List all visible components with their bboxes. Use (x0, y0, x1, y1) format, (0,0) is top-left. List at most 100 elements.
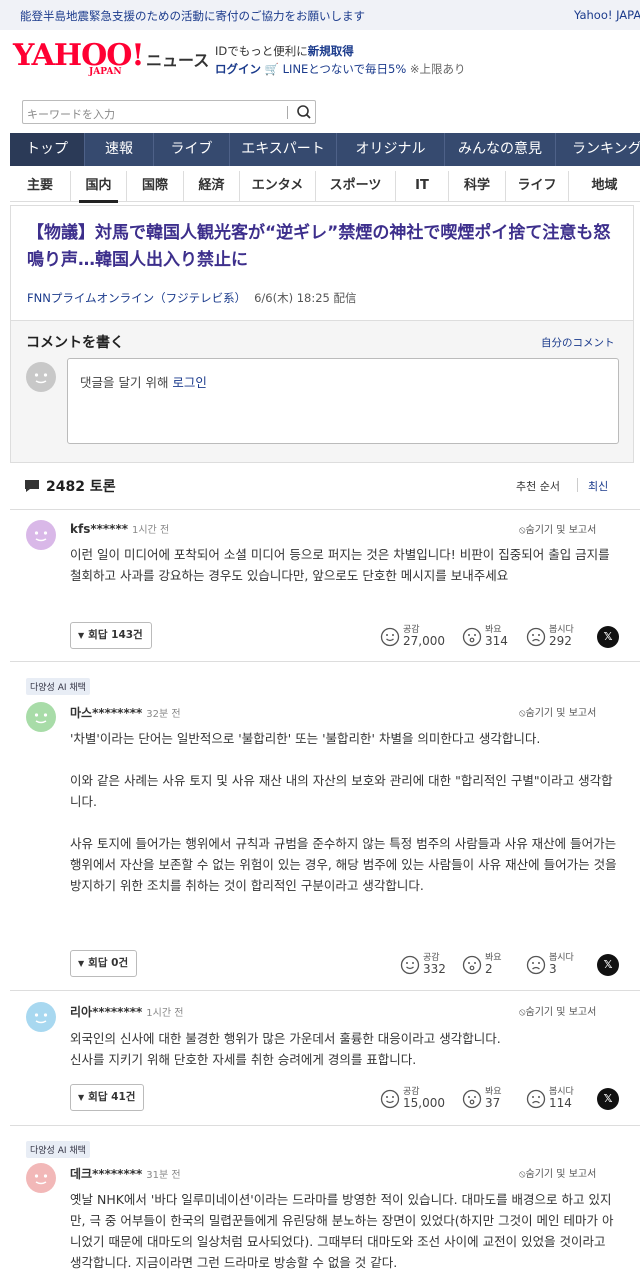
nav-tab-opinions[interactable]: みんなの意見 (445, 133, 556, 166)
category-economy[interactable]: 経済 (184, 170, 240, 201)
ugh-reaction[interactable]: 봅시다 3 (526, 950, 606, 980)
comment-body: '차별'이라는 단어는 일반적으로 '불합리한' 또는 '불합리한' 차별을 의… (70, 731, 617, 893)
sad-icon (526, 1089, 546, 1109)
commenter-name[interactable]: 리아******** 1시간 전 (70, 1003, 183, 1020)
ai-pick-badge: 다양성 AI 채택 (26, 678, 90, 695)
nav-tab-breaking[interactable]: 速報 (85, 133, 154, 166)
smile-icon (380, 627, 400, 647)
category-domestic[interactable]: 国内 (71, 170, 127, 203)
donation-notice-link[interactable]: 能登半島地震緊急支援のための活動に寄付のご協力をお願いします (20, 8, 365, 24)
sort-latest[interactable]: 최신 (588, 478, 608, 494)
commenter-avatar (26, 520, 56, 550)
article-meta: FNNプライムオンライン（フジテレビ系） 6/6(木) 18:25 配信 (27, 290, 357, 306)
commenter-name[interactable]: kfs****** 1시간 전 (70, 521, 169, 536)
category-entertainment[interactable]: エンタメ (240, 170, 316, 201)
logo-subtext: JAPAN (89, 67, 122, 77)
hide-report-label: 숨기기 및 보고서 (525, 525, 597, 536)
yahoo-logo[interactable]: YAHOO! JAPAN (13, 38, 145, 80)
agree-count: 332 (423, 962, 446, 976)
comment-item: 리아******** 1시간 전 ⦸숨기기 및 보고서 외국인의 신사에 대한 불… (10, 990, 640, 1125)
ugh-reaction[interactable]: 봅시다 292 (526, 622, 606, 652)
search-input[interactable]: キーワードを入力 (27, 106, 115, 122)
face-avatar-icon (26, 1163, 56, 1193)
sad-icon (526, 627, 546, 647)
category-life[interactable]: ライフ (506, 170, 569, 201)
cart-icon: 🛒 (264, 62, 279, 76)
category-sports[interactable]: スポーツ (316, 170, 396, 201)
comment-login-link[interactable]: 로그인 (172, 375, 207, 390)
comment-time: 31분 전 (146, 1170, 181, 1181)
ai-pick-badge: 다양성 AI 채택 (26, 1141, 90, 1158)
article-title[interactable]: 【物議】対馬で韓国人観光客が“逆ギレ”禁煙の神社で喫煙ポイ捨て注意も怒鳴り声…韓… (27, 220, 627, 274)
sort-divider (577, 478, 578, 492)
hide-report-label: 숨기기 및 보고서 (525, 1169, 597, 1180)
comment-item: kfs****** 1시간 전 ⦸숨기기 및 보고서 이런 일이 미디어에 포착되… (10, 509, 640, 661)
nav-tab-original[interactable]: オリジナル (337, 133, 445, 166)
comment-item: 다양성 AI 채택 데크******** 31분 전 ⦸숨기기 및 보고서 옛날 … (10, 1125, 640, 1280)
search-button[interactable] (291, 101, 317, 123)
category-science[interactable]: 科学 (449, 170, 506, 201)
yahoo-japan-link[interactable]: Yahoo! JAPAN (574, 8, 640, 22)
comment-item: 다양성 AI 채택 마스******** 32분 전 ⦸숨기기 및 보고서 '차별… (10, 661, 640, 990)
x-share-icon[interactable]: 𝕏 (597, 954, 619, 976)
comment-input[interactable]: 댓글을 달기 위해 로그인 (67, 358, 619, 444)
hide-report-link[interactable]: ⦸숨기기 및 보고서 (519, 1165, 596, 1180)
comment-form-title: コメントを書く (26, 335, 124, 351)
username: kfs****** (70, 522, 128, 536)
surprise-icon (462, 627, 482, 647)
nav-tab-top[interactable]: トップ (10, 133, 85, 166)
ugh-count: 114 (549, 1096, 572, 1110)
hide-report-link[interactable]: ⦸숨기기 및 보고서 (519, 1003, 596, 1018)
category-nav: 主要 国内 国際 経済 エンタメ スポーツ IT 科学 ライフ 地域 (10, 170, 640, 203)
category-international[interactable]: 国際 (127, 170, 184, 201)
commenter-name[interactable]: 마스******** 32분 전 (70, 704, 181, 721)
ugh-reaction[interactable]: 봅시다 114 (526, 1084, 606, 1114)
hide-report-link[interactable]: ⦸숨기기 및 보고서 (519, 704, 596, 719)
discussion-count: 2482 토론 (46, 479, 116, 495)
nav-tab-ranking[interactable]: ランキング (556, 133, 640, 166)
agree-count: 15,000 (403, 1096, 445, 1110)
username: 리아******** (70, 1005, 143, 1019)
user-avatar (26, 362, 56, 392)
comment-time: 32분 전 (146, 709, 181, 720)
category-main[interactable]: 主要 (10, 170, 71, 201)
logo-text: YAHOO! (13, 38, 145, 73)
comment-bubble-icon (25, 480, 39, 492)
line-promo-link[interactable]: LINEとつないで毎日5% (283, 62, 407, 76)
x-share-icon[interactable]: 𝕏 (597, 1088, 619, 1110)
hide-report-link[interactable]: ⦸숨기기 및 보고서 (519, 521, 596, 536)
hide-report-label: 숨기기 및 보고서 (525, 1007, 597, 1018)
nav-tab-live[interactable]: ライブ (154, 133, 230, 166)
commenter-avatar (26, 702, 56, 732)
default-avatar-icon (34, 373, 48, 384)
sort-recommended[interactable]: 추천 순서 (516, 478, 560, 494)
agree-reaction[interactable]: 공감 15,000 (380, 1084, 460, 1114)
replies-label: 회답 143건 (88, 629, 143, 641)
surprise-icon (462, 1089, 482, 1109)
my-comments-link[interactable]: 自分のコメント (541, 335, 615, 350)
replies-button[interactable]: ▼ 회답 0건 (70, 950, 138, 977)
commenter-name[interactable]: 데크******** 31분 전 (70, 1165, 181, 1182)
article-date: 6/6(木) 18:25 配信 (254, 291, 357, 305)
x-share-icon[interactable]: 𝕏 (597, 626, 619, 648)
seen-count: 2 (485, 962, 493, 976)
search-icon (297, 105, 311, 119)
ugh-count: 3 (549, 962, 557, 976)
promo-note: ※上限あり (409, 62, 466, 76)
replies-button[interactable]: ▼ 회답 143건 (70, 622, 152, 649)
smile-icon (400, 955, 420, 975)
seen-count: 37 (485, 1096, 501, 1110)
agree-reaction[interactable]: 공감 27,000 (380, 622, 460, 652)
register-link[interactable]: 新規取得 (308, 44, 354, 58)
comment-time: 1시간 전 (146, 1008, 184, 1019)
replies-button[interactable]: ▼ 회답 41건 (70, 1084, 145, 1111)
article-source-link[interactable]: FNNプライムオンライン（フジテレビ系） (27, 291, 246, 305)
category-region[interactable]: 地域 (569, 171, 640, 201)
login-link[interactable]: ログイン (215, 62, 261, 76)
comment-input-prompt: 댓글을 달기 위해 로그인 (80, 372, 207, 391)
category-it[interactable]: IT (396, 170, 449, 201)
id-promo-text: IDでもっと便利に (215, 44, 308, 58)
section-title[interactable]: ニュース (146, 47, 209, 71)
nav-tab-expert[interactable]: エキスパート (230, 133, 337, 166)
smile-icon (380, 1089, 400, 1109)
